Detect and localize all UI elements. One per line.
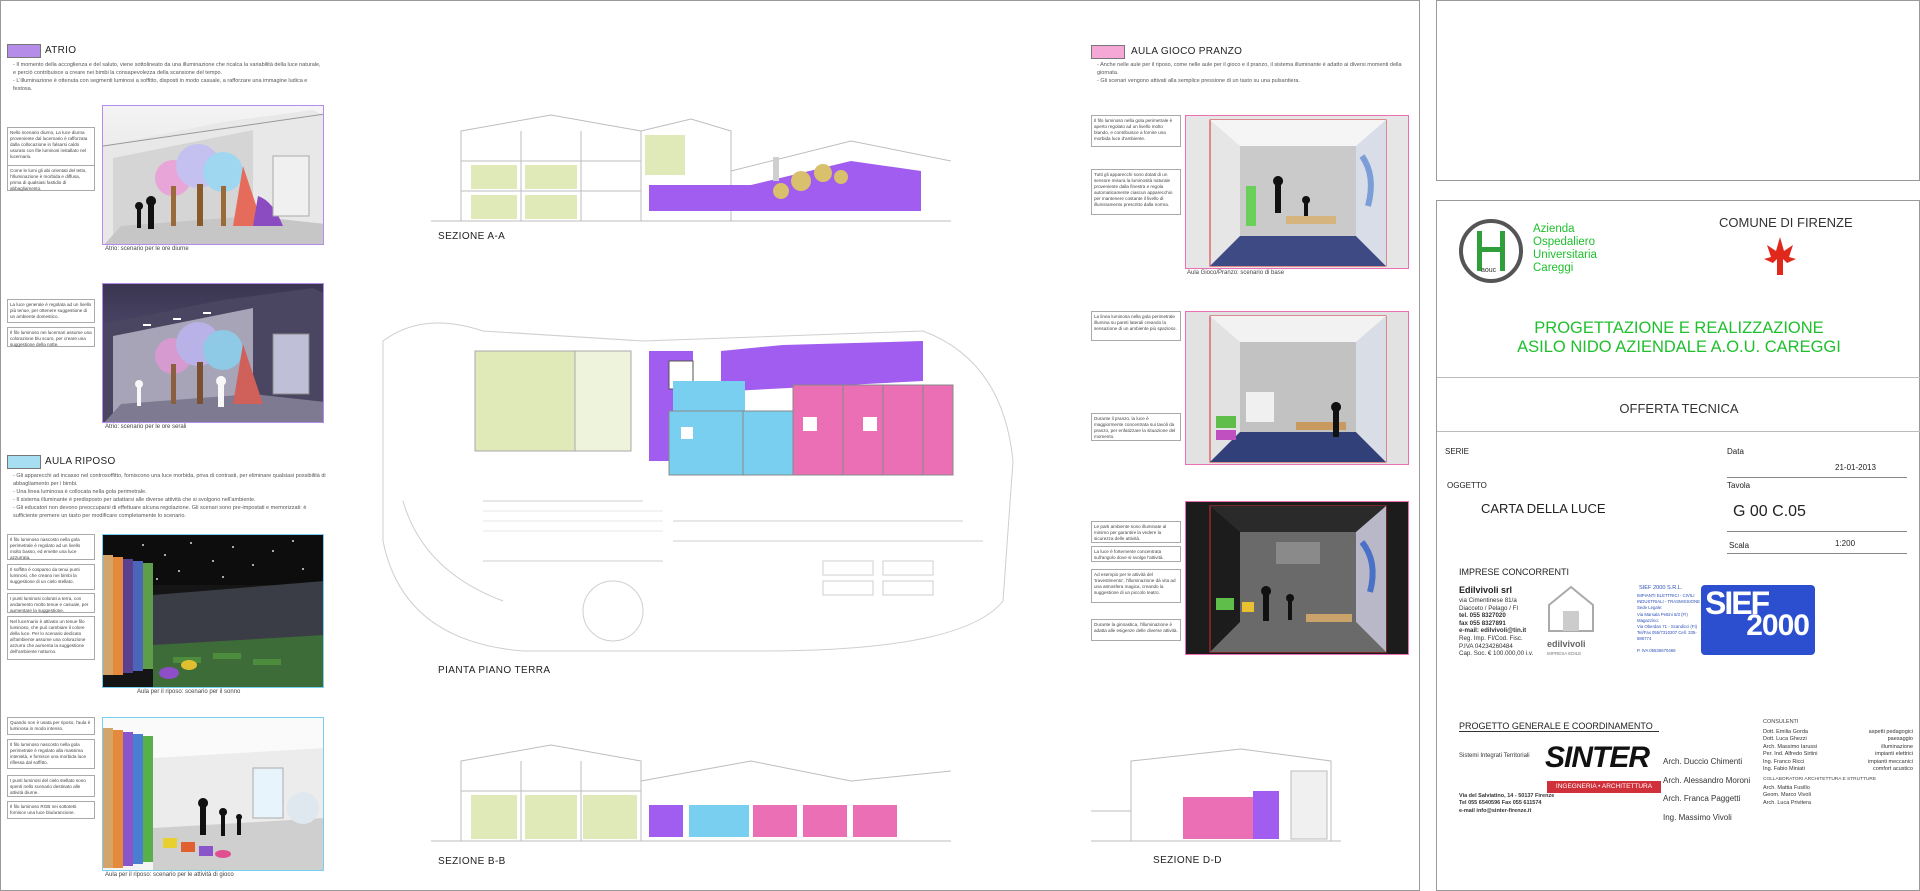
section-dd-title: SEZIONE D-D [1153, 855, 1222, 866]
riposo-sleep-note-1: Il filo luminoso nascosto nella gola per… [7, 534, 95, 560]
project-title: PROGETTAZIONE E REALIZZAZIONE ASILO NIDO… [1517, 319, 1841, 356]
gioco-caption-1: Aula Gioco/Pranzo: scenario di base [1187, 270, 1285, 276]
offer-title: OFFERTA TECNICA [1619, 401, 1739, 416]
sinter-logo-sub: INGEGNERIA • ARCHITETTURA [1547, 781, 1661, 793]
gioco-note-3a: Le parti ambiente sono illuminate al min… [1091, 521, 1181, 543]
riposo-games-note-1: Quando non è usata per riposo, l'aula è … [7, 717, 95, 735]
section-aa-drawing [431, 114, 951, 222]
edilvivoli-logo-text: edilvivoli [1547, 639, 1586, 649]
collab-label: COLLABORATORI ARCHITETTURA E STRUTTURE [1763, 777, 1877, 782]
org-name: Azienda Ospedaliero Universitaria Caregg… [1533, 223, 1597, 274]
gioco-note-3c: Ad esempio per le attività del 'travesti… [1091, 569, 1181, 603]
riposo-sleep-caption: Aula per il riposo: scenario per il sonn… [137, 689, 241, 695]
florence-lily-icon [1764, 237, 1796, 275]
oggetto-value: CARTA DELLA LUCE [1481, 501, 1606, 516]
riposo-bullets: Gli apparecchi ad incasso nel controsoff… [13, 472, 329, 520]
tavola-value: G 00 C.05 [1733, 503, 1806, 520]
gioco-title: AULA GIOCO PRANZO [1131, 46, 1243, 57]
aouc-logo-text: aouc [1481, 267, 1497, 274]
riposo-sleep-note-4: Nel lucernario è attivato un tenue filo … [7, 616, 95, 660]
gioco-bullets: Anche nelle aule per il riposo, come nel… [1097, 61, 1407, 85]
scala-value: 1:200 [1835, 539, 1856, 548]
riposo-sleep-render [102, 534, 324, 688]
comune-name: COMUNE DI FIRENZE [1719, 215, 1853, 230]
riposo-sleep-note-3: I punti luminosi colorati a terra, con a… [7, 593, 95, 613]
drawing-sheet: ATRIO Il momento della accoglienza e del… [0, 0, 1420, 891]
atrio-day-note-2: Come le lumi gli abi orientati del tetto… [7, 165, 95, 191]
sief-logo: SIEF 2000 [1701, 585, 1815, 655]
gioco-note-1b: Tutti gli apparecchi sono dotati di un s… [1091, 169, 1181, 215]
atrio-title: ATRIO [45, 45, 77, 56]
riposo-games-render [102, 717, 324, 871]
riposo-games-caption: Aula per il riposo: scenario per le atti… [105, 872, 234, 878]
sinter-logo: SINTER [1545, 741, 1650, 774]
riposo-sleep-note-2: Il soffitto è cosparso da tenui punti lu… [7, 564, 95, 590]
riposo-color-swatch [7, 455, 41, 469]
gioco-note-2a: La linea luminosa nella gola perimetrale… [1091, 311, 1181, 341]
plan-title: PIANTA PIANO TERRA [438, 665, 551, 676]
edilvivoli-house-icon [1548, 585, 1594, 632]
collab-list: Arch. Mattia Fusillo Geom. Marco Vivoli … [1763, 785, 1811, 806]
atrio-evening-note-2: Il filo luminoso nei lucernari assume un… [7, 327, 95, 347]
gioco-note-3b: La luce è fortemente concentrata sull'an… [1091, 546, 1181, 562]
title-block: aouc Azienda Ospedaliero Universitaria C… [1436, 200, 1920, 891]
edil-details: via Cimentinese 81/a Diacceto / Pelago /… [1459, 597, 1534, 658]
gioco-render-lunch [1185, 311, 1409, 465]
oggetto-label: OGGETTO [1447, 481, 1487, 490]
consulenti-list: Dott. Emilia Gorda aspetti pedagogici Dot… [1763, 729, 1913, 773]
empty-frame [1436, 0, 1920, 181]
serie-label: SERIE [1445, 447, 1470, 456]
atrio-evening-render [102, 283, 324, 423]
riposo-title: AULA RIPOSO [45, 456, 116, 467]
data-label: Data [1727, 447, 1744, 456]
edil-name: Edilvivoli srl [1459, 585, 1513, 595]
gioco-render-activity [1185, 501, 1409, 655]
atrio-day-note-1: Nello scenario diurno, La luce diurna pr… [7, 127, 95, 169]
gioco-note-1a: Il filo luminoso nella gola perimetrale … [1091, 115, 1181, 147]
atrio-evening-caption: Atrio: scenario per le ore serali [105, 424, 187, 430]
ground-floor-plan [382, 322, 1014, 652]
atrio-day-render [102, 105, 324, 245]
data-value: 21-01-2013 [1835, 463, 1876, 472]
atrio-bullets: Il momento della accoglienza e del salut… [13, 61, 323, 93]
architects-list: Arch. Duccio Chimenti Arch. Alessandro M… [1663, 757, 1751, 822]
consulenti-label: CONSULENTI [1763, 719, 1799, 725]
atrio-evening-note-1: La luce generale è regolata ad un livell… [7, 299, 95, 323]
gioco-color-swatch [1091, 45, 1125, 59]
gioco-render-base [1185, 115, 1409, 269]
scala-label: Scala [1729, 541, 1750, 550]
gioco-note-2b: Durante il pranzo, la luce è maggiorment… [1091, 413, 1181, 441]
gioco-note-3d: Durante la ginnastica, l'illuminazione è… [1091, 619, 1181, 641]
edilvivoli-logo-sub: IMPRESA EDILE [1547, 651, 1582, 656]
section-bb-drawing [431, 744, 951, 842]
riposo-games-note-2: Il filo luminoso nascosto nella gola per… [7, 739, 95, 769]
riposo-games-note-3: I punti luminosi del cielo stellato sono… [7, 775, 95, 797]
section-bb-title: SEZIONE B-B [438, 856, 506, 867]
section-dd-drawing [1091, 748, 1341, 842]
sief-name: SIEF 2000 S.R.L. [1639, 585, 1683, 591]
atrio-day-caption: Atrio: scenario per le ore diurne [105, 246, 189, 252]
imprese-label: IMPRESE CONCORRENTI [1459, 567, 1570, 577]
section-aa-title: SEZIONE A-A [438, 231, 506, 242]
aouc-logo: aouc [1459, 219, 1523, 283]
atrio-color-swatch [7, 44, 41, 58]
progetto-label: PROGETTO GENERALE E COORDINAMENTO [1459, 721, 1653, 731]
tavola-label: Tavola [1727, 481, 1751, 490]
sinter-address: Via del Salviatino, 14 - 50137 Firenze T… [1459, 793, 1555, 814]
riposo-games-note-4: Il filo luminoso RGB nei sottotetti forn… [7, 801, 95, 819]
sinter-left-line: Sistemi Integrati Territoriali [1459, 753, 1530, 759]
sief-details: IMPIANTI ELETTRICI - CIVILI INDUSTRIALI … [1637, 593, 1700, 653]
